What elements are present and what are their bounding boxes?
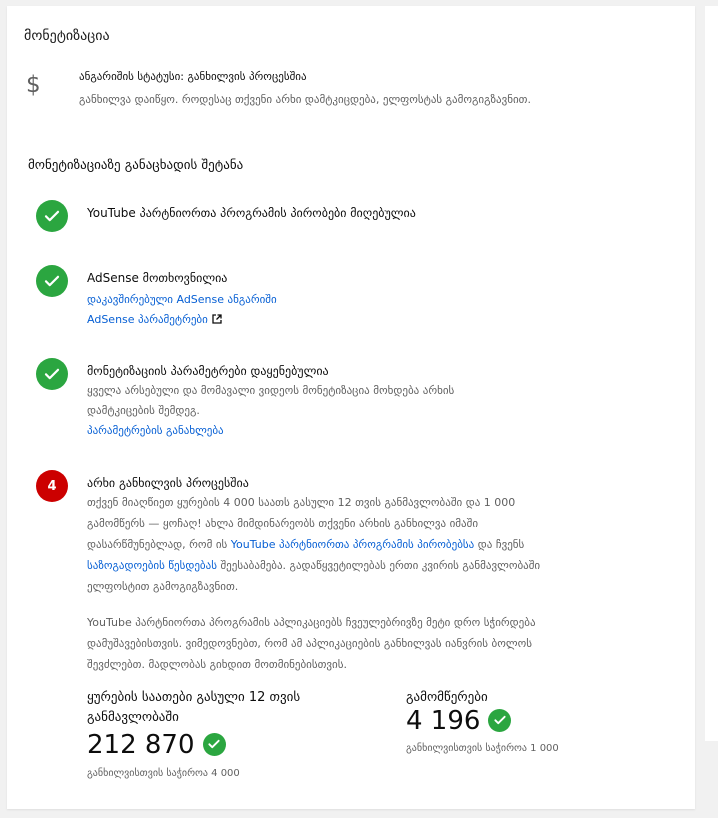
- adsense-settings-link[interactable]: AdSense პარამეტრები: [87, 310, 222, 330]
- watch-hours-label: ყურების საათები გასული 12 თვის განმავლობ…: [87, 690, 301, 725]
- subscribers-value: 4 196: [406, 706, 481, 736]
- external-link-icon: [212, 314, 222, 324]
- ypp-terms-link[interactable]: YouTube პარტნიორთა პროგრამის პირობებსა: [231, 538, 474, 551]
- check-icon: [488, 708, 512, 732]
- step-terms-title: YouTube პარტნიორთა პროგრამის პირობები მი…: [87, 206, 416, 220]
- step-settings-title: მონეტიზაციის პარამეტრები დაყენებულია: [87, 364, 329, 378]
- step-adsense-title: AdSense მოთხოვნილია: [87, 271, 228, 285]
- subscribers-block: გამომწერები 4 196 განხილვისთვის საჭიროა …: [406, 688, 576, 757]
- check-icon: [36, 358, 68, 390]
- check-icon: [36, 265, 68, 297]
- check-icon: [202, 732, 226, 756]
- check-icon: [36, 200, 68, 232]
- subscribers-requirement: განხილვისთვის საჭიროა 1 000: [406, 743, 559, 754]
- adsense-settings-link-label: AdSense პარამეტრები: [87, 313, 208, 326]
- application-heading: მონეტიზაციაზე განაცხადის შეტანა: [28, 158, 244, 173]
- linked-adsense-account-link[interactable]: დაკავშირებული AdSense ანგარიში: [87, 290, 277, 310]
- account-status-title: ანგარიშის სტატუსი: განხილვის პროცესშია: [79, 70, 307, 83]
- watch-hours-requirement: განხილვისთვის საჭიროა 4 000: [87, 768, 240, 779]
- step-review-title: არხი განხილვის პროცესშია: [87, 476, 249, 490]
- watch-hours-block: ყურების საათები გასული 12 თვის განმავლობ…: [87, 688, 377, 782]
- dollar-icon: $: [26, 72, 41, 98]
- step-number-badge: 4: [36, 470, 68, 502]
- step-review-paragraph-2: YouTube პარტნიორთა პროგრამის აპლიკაციებს…: [87, 616, 536, 671]
- step-review-paragraph-1: თქვენ მიაღწიეთ ყურების 4 000 საათს გასულ…: [87, 496, 541, 593]
- step-settings-description: ყველა არსებული და მომავალი ვიდეოს მონეტი…: [87, 384, 455, 417]
- account-status-description: განხილვა დაიწყო. როდესაც თქვენი არხი დამ…: [79, 93, 531, 106]
- update-settings-link[interactable]: პარამეტრების განახლება: [87, 421, 224, 441]
- page-title: მონეტიზაცია: [24, 28, 110, 44]
- watch-hours-value: 212 870: [87, 730, 195, 760]
- adjacent-panel-edge: [705, 6, 718, 741]
- community-guidelines-link[interactable]: საზოგადოების წესდებას: [87, 559, 217, 572]
- subscribers-label: გამომწერები: [406, 690, 488, 705]
